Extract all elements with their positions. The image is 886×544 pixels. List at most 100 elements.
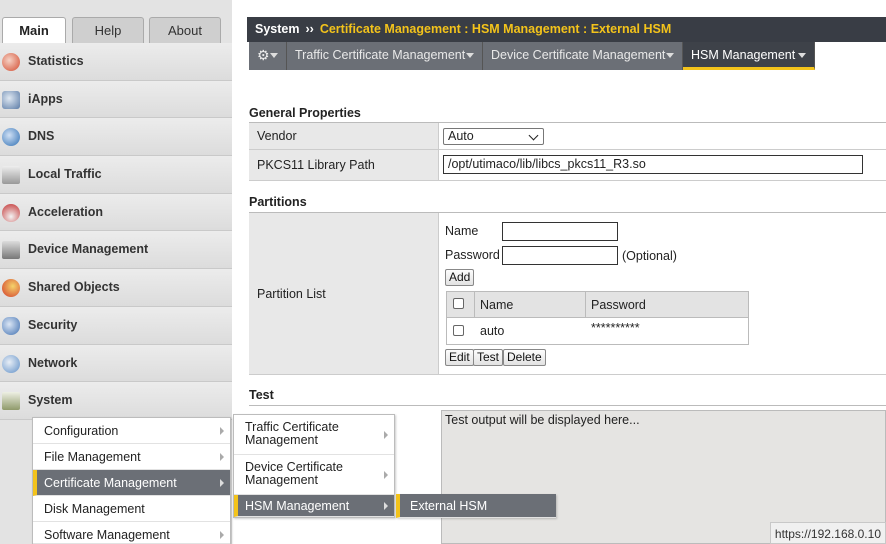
table-row: auto ********** <box>447 318 748 344</box>
pkcs-library-path-value: /opt/utimaco/lib/libcs_pkcs11_R3.so <box>448 157 646 171</box>
column-divider <box>585 292 586 317</box>
nav-item-label: Network <box>28 355 78 370</box>
optional-hint: (Optional) <box>622 249 677 263</box>
vendor-label: Vendor <box>249 123 439 149</box>
network-icon <box>2 354 20 373</box>
nav-item-label: Security <box>28 317 78 332</box>
tab-label: Device Certificate Management <box>491 48 666 62</box>
select-all-checkbox[interactable] <box>453 298 464 309</box>
system-icon <box>2 392 20 411</box>
nav-item-local-traffic[interactable]: Local Traffic <box>0 156 232 194</box>
vendor-row: Vendor Auto <box>249 123 886 150</box>
pkcs-label-text: PKCS11 Library Path <box>257 158 375 172</box>
partitions-title: Partitions <box>249 195 307 209</box>
breadcrumb-root: System <box>255 22 300 36</box>
tab-traffic-certificate-management[interactable]: Traffic Certificate Management <box>287 42 483 70</box>
partition-list-row: Partition List Name Password (Optional) … <box>249 213 886 375</box>
chevron-down-icon <box>666 53 674 58</box>
breadcrumb: System ›› Certificate Management : HSM Man… <box>247 17 886 42</box>
nav-item-dns[interactable]: DNS <box>0 118 232 157</box>
partition-name-input[interactable] <box>502 222 618 241</box>
menu-item-disk-management[interactable]: Disk Management <box>33 496 230 522</box>
chevron-right-icon <box>220 531 224 539</box>
chevron-right-icon <box>220 479 224 487</box>
tab-main[interactable]: Main <box>2 17 66 44</box>
menu-item-label: Device Certificate Management <box>245 460 343 487</box>
nav-item-label: Local Traffic <box>28 167 102 182</box>
test-button[interactable]: Test <box>473 349 504 366</box>
chevron-right-icon <box>384 431 388 439</box>
local-traffic-icon <box>2 166 20 185</box>
menu-item-label: File Management <box>44 450 141 464</box>
menu-item-software-management[interactable]: Software Management <box>33 522 230 544</box>
acceleration-icon <box>2 203 20 222</box>
nav-item-label: System <box>28 393 73 408</box>
nav-item-statistics[interactable]: Statistics <box>0 43 232 81</box>
menu-item-configuration[interactable]: Configuration <box>33 418 230 444</box>
menu-item-label: Software Management <box>44 528 170 542</box>
breadcrumb-separator: ›› <box>305 22 314 36</box>
menu-item-external-hsm[interactable]: External HSM <box>396 494 556 518</box>
tab-about[interactable]: About <box>149 17 221 43</box>
pkcs-label: PKCS11 Library Path <box>249 150 439 180</box>
nav-item-security[interactable]: Security <box>0 306 232 345</box>
vendor-value-cell: Auto <box>440 123 886 149</box>
menu-item-label: HSM Management <box>245 499 350 513</box>
menu-item-hsm-management[interactable]: HSM Management <box>234 495 394 517</box>
test-output-text: Test output will be displayed here... <box>445 413 640 427</box>
vendor-select[interactable]: Auto <box>443 128 544 145</box>
chevron-down-icon <box>528 130 539 141</box>
nav-item-device-management[interactable]: Device Management <box>0 231 232 270</box>
pkcs-row: PKCS11 Library Path /opt/utimaco/lib/lib… <box>249 150 886 181</box>
partitions-table: Partition List Name Password (Optional) … <box>249 212 886 375</box>
nav-item-label: Acceleration <box>28 204 104 219</box>
tab-label: Traffic Certificate Management <box>295 48 466 62</box>
test-section-title: Test <box>249 388 274 402</box>
nav-item-label: Device Management <box>28 242 149 257</box>
nav-item-iapps[interactable]: iApps <box>0 80 232 119</box>
menu-item-traffic-certificate-management[interactable]: Traffic Certificate Management <box>234 415 394 455</box>
tab-label: HSM Management <box>691 48 796 62</box>
breadcrumb-path: Certificate Management : HSM Management … <box>319 22 672 36</box>
column-divider <box>474 292 475 317</box>
menu-item-file-management[interactable]: File Management <box>33 444 230 470</box>
partition-password-cell: ********** <box>591 321 640 335</box>
pkcs-library-path-input[interactable]: /opt/utimaco/lib/libcs_pkcs11_R3.so <box>443 155 863 174</box>
tab-device-certificate-management[interactable]: Device Certificate Management <box>483 42 683 70</box>
chevron-down-icon <box>798 53 806 58</box>
partition-name-cell[interactable]: auto <box>480 318 504 344</box>
pkcs-value-cell: /opt/utimaco/lib/libcs_pkcs11_R3.so <box>440 150 886 180</box>
vendor-selected-value: Auto <box>448 129 474 143</box>
security-icon <box>2 316 20 335</box>
nav-tabs: Main Help About <box>0 17 232 44</box>
row-checkbox[interactable] <box>453 325 464 336</box>
status-url-text: https://192.168.0.10 <box>774 527 881 541</box>
partition-password-input[interactable] <box>502 246 618 265</box>
nav-item-system[interactable]: System <box>0 382 232 420</box>
gear-menu-button[interactable]: ⚙ <box>249 42 287 70</box>
chevron-down-icon <box>466 53 474 58</box>
chevron-right-icon <box>384 502 388 510</box>
menu-item-device-certificate-management[interactable]: Device Certificate Management <box>234 455 394 495</box>
tab-hsm-management[interactable]: HSM Management <box>683 42 815 70</box>
edit-button[interactable]: Edit <box>445 349 474 366</box>
menu-item-certificate-management[interactable]: Certificate Management <box>33 470 230 496</box>
column-header-name[interactable]: Name <box>480 292 513 318</box>
add-partition-button[interactable]: Add <box>445 269 475 286</box>
nav-item-acceleration[interactable]: Acceleration <box>0 193 232 232</box>
vendor-label-text: Vendor <box>257 129 297 143</box>
sub-menu-bar: ⚙ Traffic Certificate Management Device … <box>247 42 886 70</box>
delete-button[interactable]: Delete <box>503 349 546 366</box>
general-properties-title: General Properties <box>249 106 361 120</box>
partition-name-label: Name <box>445 224 479 238</box>
shared-objects-icon <box>2 279 20 298</box>
system-flyout-menu: Configuration File Management Certificat… <box>32 417 231 544</box>
menu-item-label: Certificate Management <box>44 476 177 490</box>
dns-icon <box>2 128 20 147</box>
nav-item-shared-objects[interactable]: Shared Objects <box>0 269 232 307</box>
nav-item-network[interactable]: Network <box>0 344 232 383</box>
hsm-management-flyout-menu: External HSM <box>396 494 556 518</box>
tab-help[interactable]: Help <box>72 17 144 43</box>
menu-item-label: Disk Management <box>44 502 145 516</box>
nav-item-label: Statistics <box>28 54 84 68</box>
